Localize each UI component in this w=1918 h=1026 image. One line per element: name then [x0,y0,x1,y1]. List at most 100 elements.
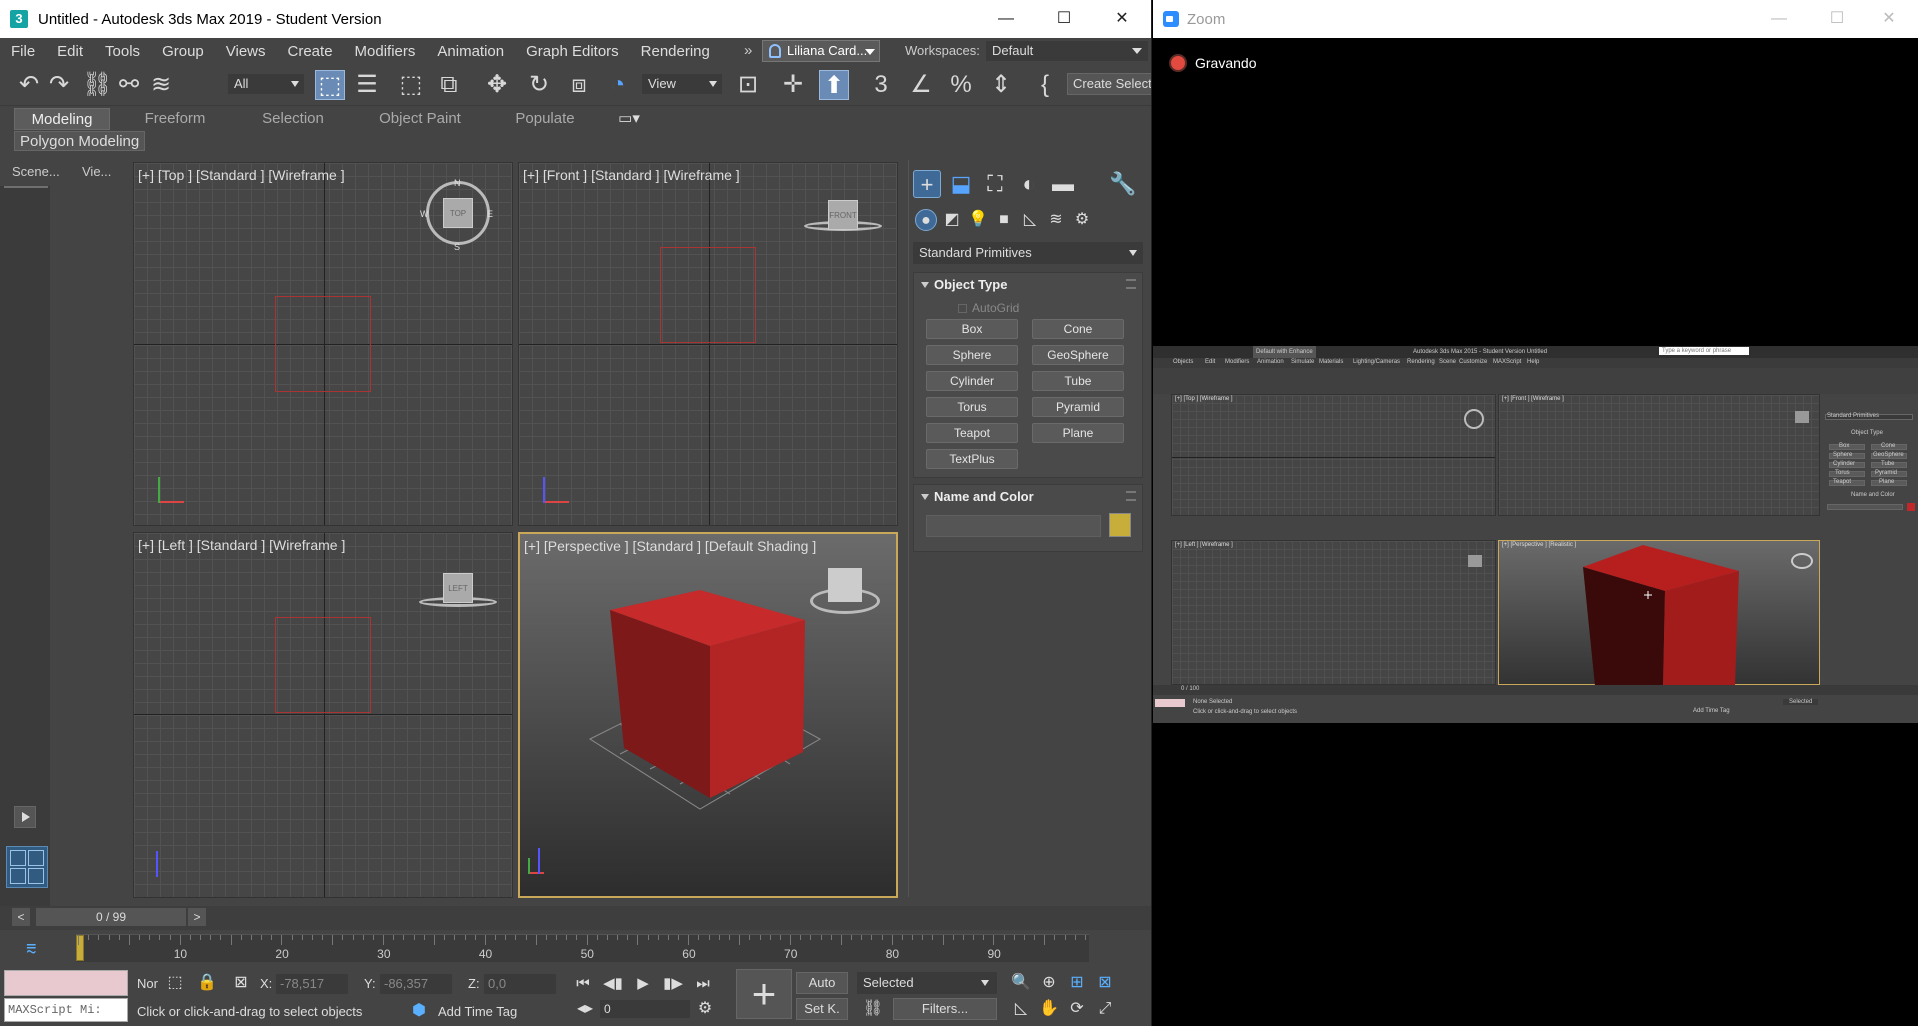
x-coordinate-field[interactable]: -78,517 [276,974,348,994]
set-keys-icon[interactable]: + [736,969,792,1019]
tab-selection[interactable]: Selection [248,108,338,130]
textplus-button[interactable]: TextPlus [926,449,1018,469]
select-by-name-icon[interactable]: ☰ [352,70,382,100]
viewcube-top-icon[interactable]: TOP [443,198,473,228]
menu-file[interactable]: File [0,43,46,60]
zoom-icon[interactable]: 🔍 [1010,972,1032,994]
tab-populate[interactable]: Populate [500,108,590,130]
go-to-start-icon[interactable]: ⏮ [572,974,594,994]
shared-screen[interactable]: Autodesk 3ds Max 2015 - Student Version … [1153,346,1918,723]
rollout-handle-icon[interactable] [1126,279,1136,289]
place-icon[interactable]: ◔ [603,70,633,100]
viewport-perspective[interactable]: [+] [Perspective ] [Standard ] [Default … [518,532,898,898]
named-selection-sets-icon[interactable]: { [1030,70,1060,100]
max-minimize-button[interactable]: — [977,0,1035,38]
geosphere-button[interactable]: GeoSphere [1032,345,1124,365]
workspace-dropdown[interactable]: Default [986,41,1148,61]
move-icon[interactable]: ✥ [482,70,512,100]
rect-selection-region-icon[interactable]: ⬚ [396,70,426,100]
window-crossing-icon[interactable]: ⧉ [434,70,464,100]
time-prev-button[interactable]: < [12,908,30,926]
menu-views[interactable]: Views [215,43,277,60]
undo-icon[interactable]: ↶ [14,70,44,100]
menu-group[interactable]: Group [151,43,215,60]
tab-modeling[interactable]: Modeling [14,108,110,130]
select-object-icon[interactable]: ⬚ [315,70,345,100]
set-key-button[interactable]: Set K. [796,998,848,1020]
menu-overflow-icon[interactable]: » [744,38,752,64]
user-account-dropdown[interactable]: Liliana Card... [762,40,880,62]
hierarchy-panel-icon[interactable]: ⛶ [981,170,1009,198]
snaps-toggle-icon[interactable]: 3 [866,70,896,100]
utilities-panel-icon[interactable]: 🔧 [1109,170,1137,198]
menu-rendering[interactable]: Rendering [630,43,721,60]
z-coordinate-field[interactable]: 0,0 [484,974,556,994]
isolate-selection-icon[interactable]: ⬚ [164,972,186,994]
zoom-minimize-button[interactable]: — [1750,0,1808,38]
cameras-icon[interactable]: ■ [993,209,1015,231]
plane-button[interactable]: Plane [1032,423,1124,443]
menu-edit[interactable]: Edit [46,43,94,60]
shapes-icon[interactable]: ◩ [941,209,963,231]
box-button[interactable]: Box [926,319,1018,339]
key-mode-icon[interactable]: ◂▸ [574,998,596,1020]
zoom-maximize-button[interactable]: ☐ [1808,0,1866,38]
absolute-mode-icon[interactable]: ⊠ [230,972,252,994]
autogrid-checkbox[interactable]: AutoGrid [958,301,1019,315]
tube-button[interactable]: Tube [1032,371,1124,391]
y-coordinate-field[interactable]: -86,357 [380,974,452,994]
menu-animation[interactable]: Animation [426,43,515,60]
menu-tools[interactable]: Tools [94,43,151,60]
selection-mode-label[interactable]: Nor [137,976,158,991]
cylinder-button[interactable]: Cylinder [926,371,1018,391]
viewport-left-label[interactable]: [+] [Left ] [Standard ] [Wireframe ] [138,537,345,553]
select-manipulate-icon[interactable]: ✛ [778,70,808,100]
link-icon[interactable]: ⛓ [82,70,112,100]
rollout-handle-icon[interactable] [1126,491,1136,501]
sphere-button[interactable]: Sphere [926,345,1018,365]
viewcube-left-icon[interactable]: LEFT [443,573,473,603]
ribbon-options-icon[interactable]: ▭▾ [614,108,644,130]
recording-indicator[interactable]: Gravando [1171,55,1256,71]
time-next-button[interactable]: > [188,908,206,926]
primitive-category-dropdown[interactable]: Standard Primitives [913,242,1143,264]
pivot-center-icon[interactable]: ⊡ [733,70,763,100]
four-viewport-layout-icon[interactable] [6,846,48,888]
teapot-button[interactable]: Teapot [926,423,1018,443]
time-tag-icon[interactable]: ⬢ [408,1000,430,1022]
expand-layouts-icon[interactable] [14,806,36,828]
tab-freeform[interactable]: Freeform [130,108,220,130]
pyramid-button[interactable]: Pyramid [1032,397,1124,417]
tab-scene-explorer[interactable]: Scene... [12,164,60,179]
modify-panel-icon[interactable]: ⬓ [947,170,975,198]
current-frame-field[interactable]: 0 [600,1000,690,1018]
rotate-icon[interactable]: ↻ [524,70,554,100]
filters-button[interactable]: Filters... [893,998,997,1020]
display-panel-icon[interactable]: ▬ [1049,170,1077,198]
key-filter-selection-dropdown[interactable]: Selected [857,972,997,994]
max-close-button[interactable]: ✕ [1093,0,1151,38]
percent-snap-icon[interactable]: % [946,70,976,100]
viewcube-front-icon[interactable]: FRONT [828,200,858,230]
selection-lock-icon[interactable]: 🔒 [196,972,218,994]
zoom-all-icon[interactable]: ⊕ [1038,972,1060,994]
previous-frame-icon[interactable]: ◀▮ [602,974,624,994]
scale-icon[interactable]: ⧈ [564,70,594,100]
redo-icon[interactable]: ↷ [44,70,74,100]
reference-coordinate-dropdown[interactable]: View [642,74,722,94]
time-slider[interactable]: 0 / 99 [36,908,186,926]
tab-viewport-layouts[interactable]: Vie... [82,164,111,179]
name-and-color-header[interactable]: Name and Color [914,485,1142,509]
add-time-tag-button[interactable]: Add Time Tag [438,1004,517,1019]
track-ruler[interactable]: 10 20 30 40 50 60 70 80 90 [76,934,1089,962]
helpers-icon[interactable]: ◺ [1019,209,1041,231]
viewport-front[interactable]: [+] [Front ] [Standard ] [Wireframe ] FR… [518,162,898,526]
space-warps-icon[interactable]: ≋ [1045,209,1067,231]
box-right-face[interactable] [710,620,805,798]
viewport-front-label[interactable]: [+] [Front ] [Standard ] [Wireframe ] [523,167,740,183]
max-app-icon[interactable]: 3 [10,10,28,28]
systems-icon[interactable]: ⚙ [1071,209,1093,231]
box-wireframe[interactable] [275,617,371,713]
time-config-icon[interactable]: ⚙ [694,998,716,1020]
polygon-modeling-panel[interactable]: Polygon Modeling [14,131,146,151]
